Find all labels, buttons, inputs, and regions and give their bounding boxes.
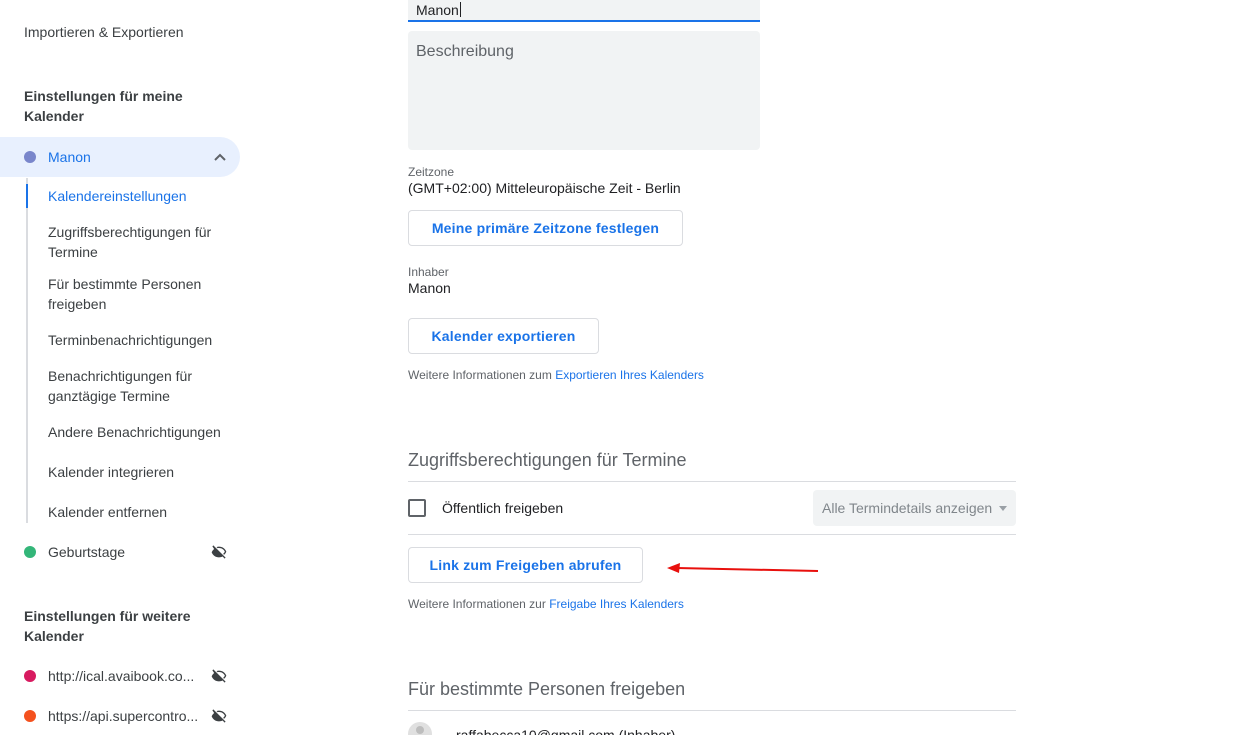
get-share-link-button[interactable]: Link zum Freigeben abrufen <box>408 547 643 583</box>
calendar-color-dot <box>24 710 36 722</box>
calendar-color-dot <box>24 546 36 558</box>
calendar-name: http://ical.avaibook.co... <box>48 668 195 684</box>
share-info-prefix: Weitere Informationen zur <box>408 597 550 611</box>
text-caret <box>459 2 461 17</box>
export-info-prefix: Weitere Informationen zum <box>408 368 556 382</box>
owner-label: Inhaber <box>408 265 449 279</box>
timezone-label: Zeitzone <box>408 165 455 179</box>
submenu-active-indicator <box>26 184 28 208</box>
dropdown-arrow-icon <box>999 506 1007 511</box>
chevron-up-icon[interactable] <box>213 151 227 163</box>
owner-email: raffabecca10@gmail.com (Inhaber) <box>456 727 676 735</box>
calendar-name-value: Manon <box>416 2 459 18</box>
public-share-checkbox[interactable] <box>408 499 426 517</box>
share-info-link[interactable]: Freigabe Ihres Kalenders <box>549 597 684 611</box>
section-divider <box>408 710 1016 711</box>
calendar-color-dot <box>24 151 36 163</box>
description-textarea[interactable]: Beschreibung <box>408 31 760 150</box>
export-info-link[interactable]: Exportieren Ihres Kalenders <box>555 368 704 382</box>
submenu-guide-line <box>26 178 28 523</box>
calendar-settings-page: Importieren & Exportieren Einstellungen … <box>0 0 1250 735</box>
sidebar-item-integrate-calendar[interactable]: Kalender integrieren <box>48 462 233 482</box>
section-divider <box>408 481 1016 482</box>
share-info-text: Weitere Informationen zur Freigabe Ihres… <box>408 597 684 611</box>
sidebar-item-remove-calendar[interactable]: Kalender entfernen <box>48 502 233 522</box>
set-primary-timezone-button[interactable]: Meine primäre Zeitzone festlegen <box>408 210 683 246</box>
sidebar-calendar-supercontrol[interactable]: https://api.supercontro... <box>0 696 240 735</box>
calendar-name-input[interactable]: Manon <box>408 0 760 22</box>
sidebar-calendar-manon[interactable]: Manon <box>0 137 240 177</box>
sidebar-item-event-notifications[interactable]: Terminbenachrichtigungen <box>48 330 233 350</box>
sidebar-item-access-permissions[interactable]: Zugriffsberechtigungen für Termine <box>48 222 233 262</box>
settings-sidebar: Importieren & Exportieren Einstellungen … <box>0 0 250 735</box>
sidebar-item-import-export[interactable]: Importieren & Exportieren <box>24 22 184 42</box>
export-calendar-button[interactable]: Kalender exportieren <box>408 318 599 354</box>
calendar-name: Manon <box>48 149 91 165</box>
export-info-text: Weitere Informationen zum Exportieren Ih… <box>408 368 704 382</box>
avatar <box>408 722 432 735</box>
sidebar-item-share-with-people[interactable]: Für bestimmte Personen freigeben <box>48 274 233 314</box>
row-divider <box>408 534 1016 535</box>
calendar-name: https://api.supercontro... <box>48 708 199 724</box>
sidebar-calendar-avaibook[interactable]: http://ical.avaibook.co... <box>0 656 240 696</box>
sidebar-item-calendar-settings[interactable]: Kalendereinstellungen <box>48 186 233 206</box>
annotation-arrow-icon <box>667 563 819 573</box>
event-details-select[interactable]: Alle Termindetails anzeigen <box>813 490 1016 526</box>
timezone-value: (GMT+02:00) Mitteleuropäische Zeit - Ber… <box>408 180 681 196</box>
settings-main: Manon Beschreibung Zeitzone (GMT+02:00) … <box>250 0 1250 735</box>
sidebar-calendar-birthdays[interactable]: Geburtstage <box>0 532 240 572</box>
calendar-color-dot <box>24 670 36 682</box>
description-placeholder: Beschreibung <box>416 43 514 60</box>
owner-value: Manon <box>408 280 451 296</box>
sidebar-item-other-notifications[interactable]: Andere Benachrichtigungen <box>48 422 233 442</box>
access-permissions-section-title: Zugriffsberechtigungen für Termine <box>408 450 687 470</box>
public-share-label[interactable]: Öffentlich freigeben <box>442 499 563 517</box>
visibility-off-icon[interactable] <box>210 708 228 724</box>
calendar-name: Geburtstage <box>48 544 126 560</box>
visibility-off-icon[interactable] <box>210 668 228 684</box>
event-details-select-value: Alle Termindetails anzeigen <box>822 500 993 516</box>
sidebar-item-allday-notifications[interactable]: Benachrichtigungen für ganztägige Termin… <box>48 366 233 406</box>
other-calendars-heading: Einstellungen für weitere Kalender <box>24 608 191 644</box>
visibility-off-icon[interactable] <box>210 544 228 560</box>
my-calendars-heading: Einstellungen für meine Kalender <box>24 88 183 124</box>
share-people-section-title: Für bestimmte Personen freigeben <box>408 679 686 699</box>
